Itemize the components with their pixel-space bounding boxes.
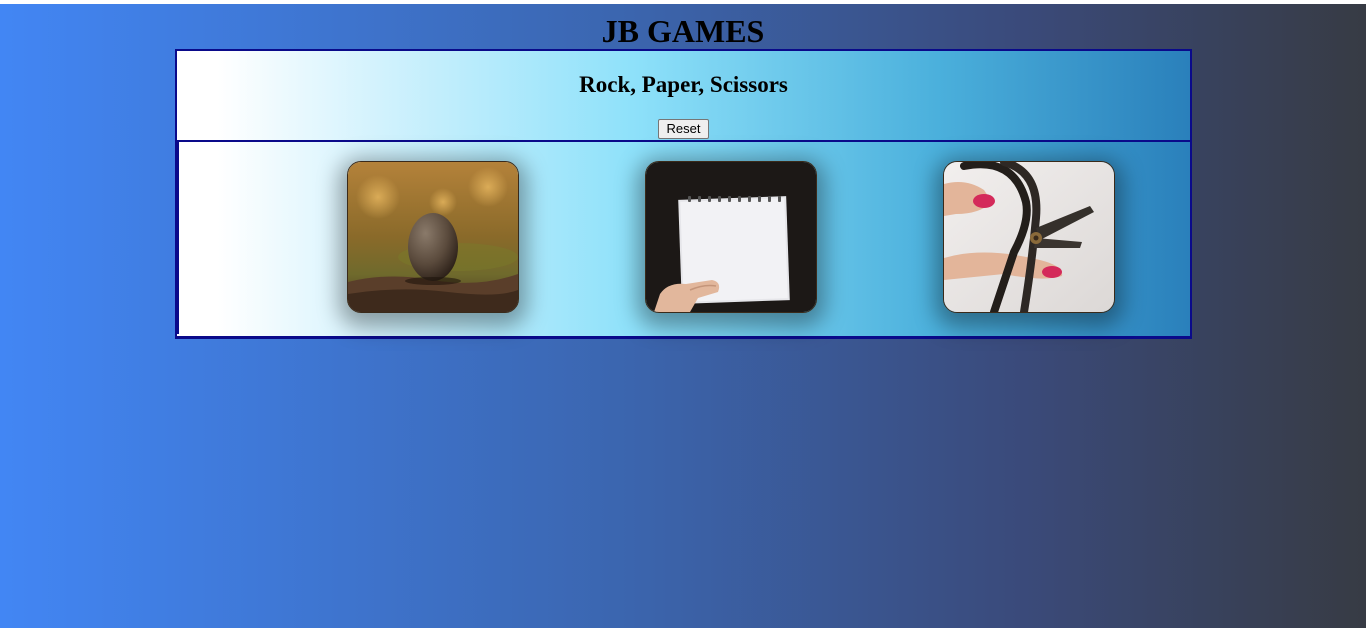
rock-choice[interactable] bbox=[347, 161, 519, 313]
site-title: JB GAMES bbox=[601, 13, 765, 49]
rock-image bbox=[348, 162, 518, 312]
game-title: Rock, Paper, Scissors bbox=[579, 72, 788, 97]
game-header: Rock, Paper, Scissors Reset bbox=[177, 51, 1190, 142]
page-background: JB GAMES Rock, Paper, Scissors Reset bbox=[0, 4, 1366, 628]
choices-area bbox=[177, 142, 1190, 334]
game-container: Rock, Paper, Scissors Reset bbox=[175, 49, 1192, 339]
scissors-image bbox=[944, 162, 1114, 312]
paper-choice[interactable] bbox=[645, 161, 817, 313]
reset-button[interactable]: Reset bbox=[658, 119, 709, 139]
scissors-choice[interactable] bbox=[943, 161, 1115, 313]
paper-image bbox=[646, 162, 816, 312]
